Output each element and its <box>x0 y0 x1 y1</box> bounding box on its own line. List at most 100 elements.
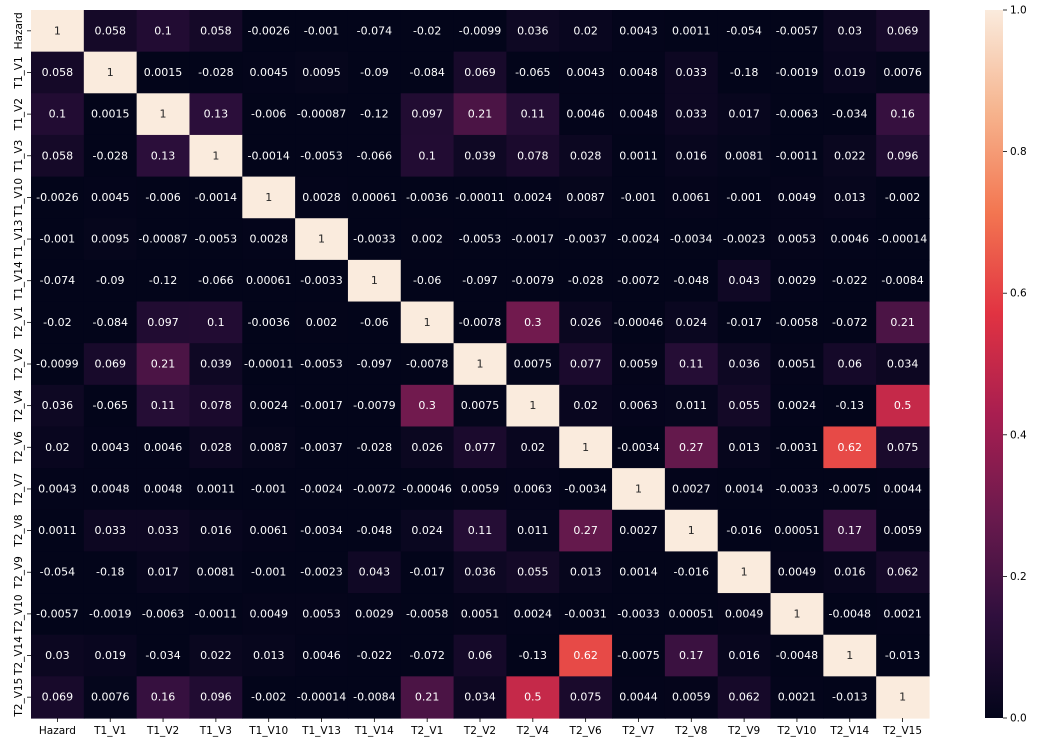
cell-value-label: 0.0046 <box>144 441 183 454</box>
cell-value-label: 0.017 <box>147 566 179 579</box>
cell-value-label: 0.0028 <box>302 191 341 204</box>
cell-value-label: -0.0053 <box>300 358 342 371</box>
cell-value-label: -0.0099 <box>36 358 78 371</box>
y-tick-label: T1_V14 <box>13 261 25 301</box>
y-tick-label: T2_V8 <box>13 514 25 547</box>
cell-value-label: 0.06 <box>838 358 863 371</box>
cell-value-label: -0.0019 <box>776 66 818 79</box>
cell-value-label: 0.0011 <box>197 482 236 495</box>
cell-value-label: 0.0043 <box>91 441 130 454</box>
cell-value-label: 0.016 <box>834 566 866 579</box>
cell-value-label: 0.16 <box>890 108 915 121</box>
cell-value-label: -0.0033 <box>776 482 818 495</box>
cell-value-label: -0.001 <box>251 482 286 495</box>
y-tick-label: T1_V13 <box>13 220 25 260</box>
cell-value-label: 0.022 <box>834 149 866 162</box>
cell-value-label: 0.0081 <box>197 566 236 579</box>
cell-value-label: -0.006 <box>145 191 180 204</box>
cell-value-label: -0.002 <box>251 691 286 704</box>
cell-value-label: -0.028 <box>93 149 128 162</box>
x-tick-label: Hazard <box>39 725 76 737</box>
cell-value-label: 0.036 <box>517 24 549 37</box>
cell-value-label: -0.017 <box>726 316 761 329</box>
x-tick-label: T1_V2 <box>146 725 179 737</box>
cell-value-label: 0.069 <box>42 691 74 704</box>
cell-value-label: -0.066 <box>357 149 392 162</box>
cell-value-label: 1 <box>424 316 431 329</box>
cell-value-label: 0.055 <box>728 399 760 412</box>
cell-value-label: -0.013 <box>832 691 867 704</box>
cell-value-label: 0.097 <box>411 108 443 121</box>
cell-value-label: 1 <box>793 607 800 620</box>
cell-value-label: 0.0027 <box>619 524 658 537</box>
cell-value-label: 0.0095 <box>91 233 130 246</box>
cell-value-label: 0.0051 <box>778 358 817 371</box>
cell-value-label: -0.00087 <box>297 108 346 121</box>
correlation-heatmap: 1 0.058 0.1 0.058 -0.0026 -0.001 -0.074 -0.02 -0… <box>13 5 1027 738</box>
cell-value-label: 0.06 <box>468 649 493 662</box>
colorbar-tick-label: 0.2 <box>1010 571 1027 583</box>
cell-value-label: -0.084 <box>93 316 128 329</box>
x-tick-label: T2_V15 <box>882 725 922 737</box>
cell-value-label: -0.13 <box>519 649 547 662</box>
cell-value-label: -0.072 <box>409 649 444 662</box>
cell-value-label: 0.033 <box>94 524 126 537</box>
cell-value-label: 0.5 <box>524 691 542 704</box>
y-tick-label: T1_V2 <box>13 98 25 131</box>
cell-value-label: 0.039 <box>464 149 496 162</box>
cell-value-label: 0.024 <box>411 524 443 537</box>
cell-value-label: 0.00061 <box>246 274 292 287</box>
cell-value-label: -0.0037 <box>564 233 606 246</box>
cell-value-label: 0.013 <box>728 441 760 454</box>
cell-value-label: 1 <box>582 441 589 454</box>
cell-value-label: 0.1 <box>418 149 436 162</box>
cell-value-label: 0.075 <box>570 691 602 704</box>
cell-value-label: 0.02 <box>573 24 598 37</box>
cell-value-label: 1 <box>635 482 642 495</box>
cell-value-label: 0.075 <box>887 441 919 454</box>
cell-value-label: 0.036 <box>728 358 760 371</box>
cell-value-label: 0.13 <box>151 149 176 162</box>
cell-value-label: -0.0014 <box>195 191 237 204</box>
cell-value-label: -0.022 <box>357 649 392 662</box>
cell-value-label: 0.0045 <box>249 66 288 79</box>
cell-value-label: -0.0072 <box>617 274 659 287</box>
y-tick-label: T1_V10 <box>13 178 25 218</box>
cell-value-label: -0.028 <box>357 441 392 454</box>
cell-value-label: -0.00011 <box>244 358 293 371</box>
cell-value-label: 0.17 <box>838 524 863 537</box>
cell-value-label: -0.0058 <box>776 316 818 329</box>
cell-value-label: -0.065 <box>515 66 550 79</box>
cell-value-label: -0.0011 <box>195 607 237 620</box>
cell-value-label: -0.0099 <box>459 24 501 37</box>
cell-value-label: 0.069 <box>887 24 919 37</box>
cell-value-label: 0.0021 <box>883 607 922 620</box>
cell-value-label: -0.0048 <box>829 607 871 620</box>
cell-value-label: -0.001 <box>726 191 761 204</box>
x-tick-label: T2_V6 <box>569 725 603 737</box>
cell-value-label: -0.022 <box>832 274 867 287</box>
cell-value-label: 0.0075 <box>461 399 500 412</box>
y-tick-label: T2_V9 <box>13 556 25 589</box>
cell-value-label: 0.034 <box>887 358 919 371</box>
cell-value-label: -0.0084 <box>881 274 923 287</box>
cell-value-label: -0.074 <box>40 274 75 287</box>
cell-value-label: -0.0075 <box>829 482 871 495</box>
y-axis: Hazard T1_V1 T1_V2 T1_V3 T1_V10 T1_V13T1_V14 T… <box>13 12 31 718</box>
cell-value-label: -0.0034 <box>617 441 659 454</box>
cell-value-label: -0.016 <box>674 566 709 579</box>
cell-value-label: 0.0063 <box>514 482 553 495</box>
cell-value-label: 0.11 <box>521 108 546 121</box>
cell-value-label: -0.0033 <box>300 274 342 287</box>
cell-value-label: 0.0027 <box>672 482 711 495</box>
cell-value-label: -0.0034 <box>300 524 342 537</box>
cell-value-label: -0.0078 <box>459 316 501 329</box>
cell-value-label: 1 <box>846 649 853 662</box>
cell-value-label: 0.27 <box>679 441 704 454</box>
cell-value-label: 0.3 <box>524 316 542 329</box>
cell-value-label: -0.002 <box>885 191 920 204</box>
cell-value-label: 0.27 <box>573 524 598 537</box>
cell-value-label: 0.019 <box>94 649 126 662</box>
cell-value-label: 0.62 <box>573 649 598 662</box>
cell-value-label: 0.0046 <box>302 649 341 662</box>
